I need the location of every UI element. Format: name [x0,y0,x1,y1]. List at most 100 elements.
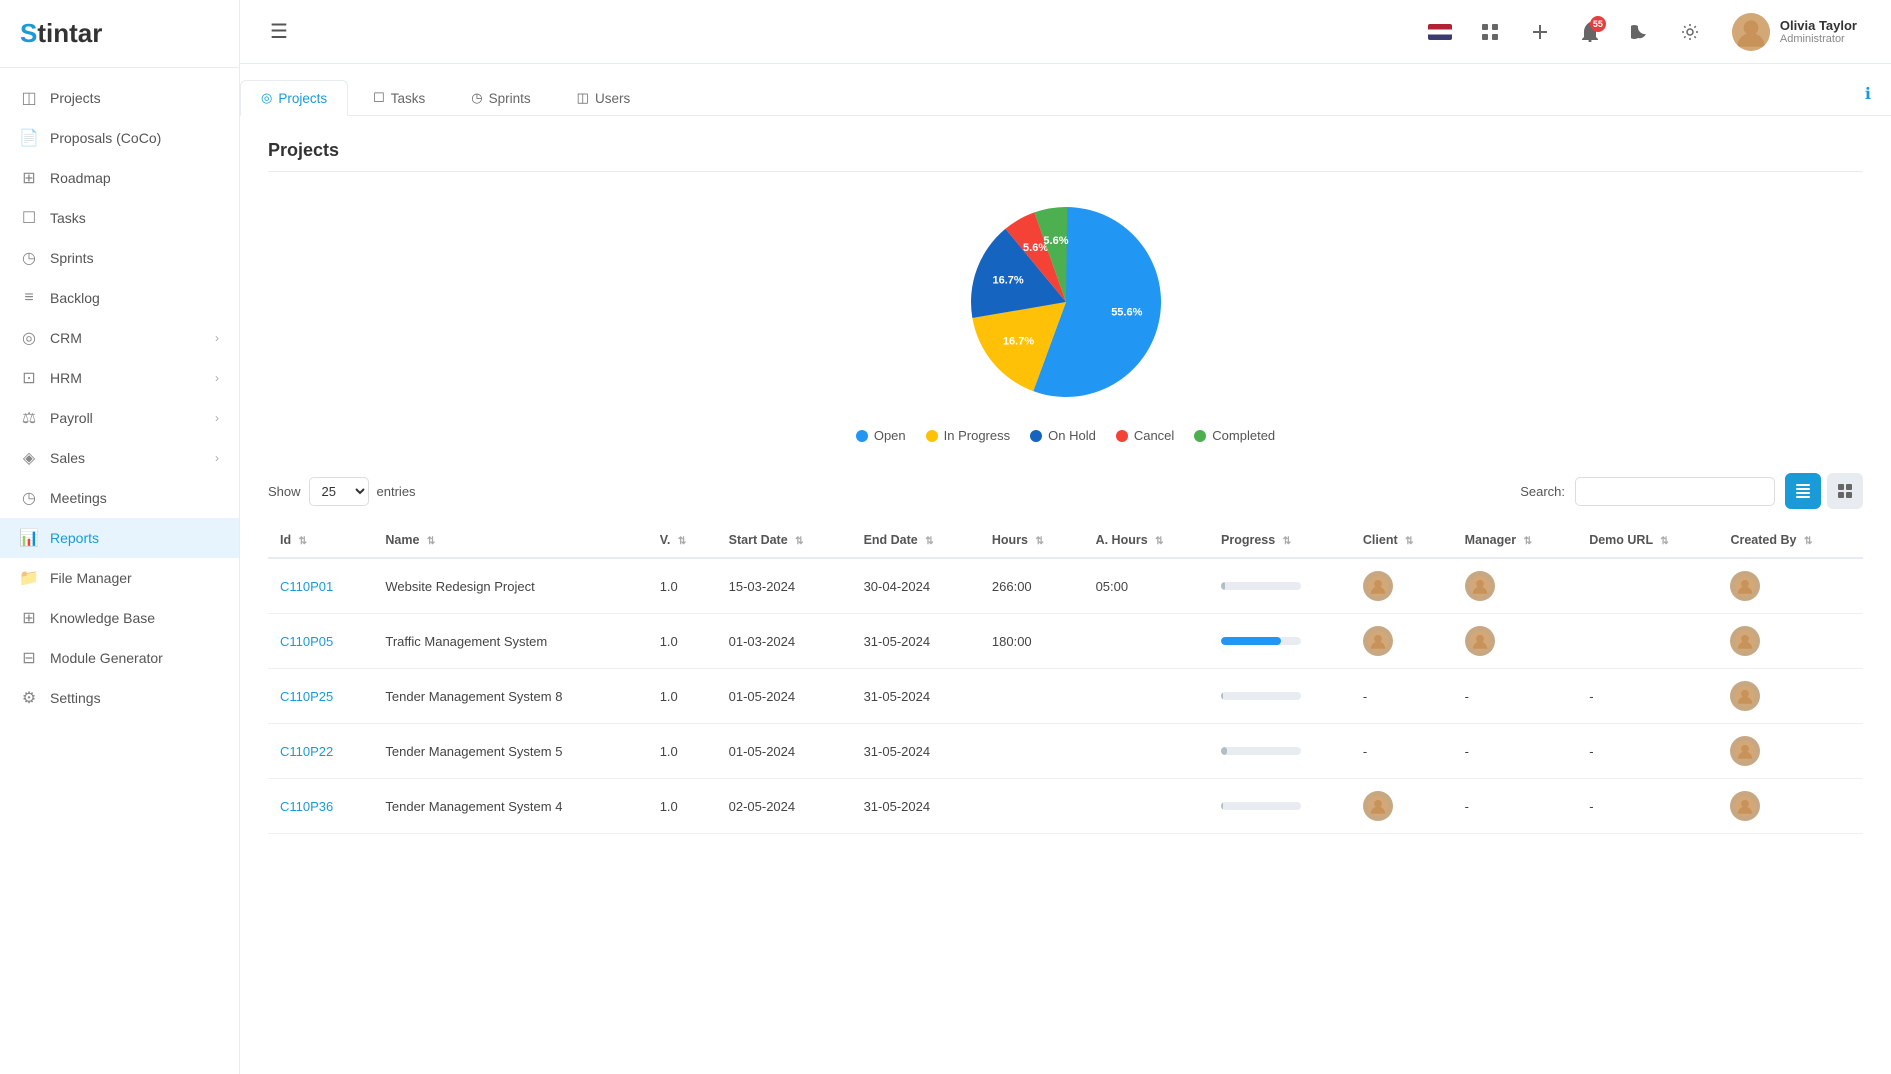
td-v: 1.0 [648,614,717,669]
sidebar-item-module-generator[interactable]: ⊟ Module Generator [0,638,239,678]
td-created-by [1718,724,1863,779]
td-id[interactable]: C110P36 [268,779,373,834]
td-name: Website Redesign Project [373,558,647,614]
user-name: Olivia Taylor [1780,18,1857,33]
tab-projects[interactable]: ◎ Projects [240,80,348,116]
td-client: - [1351,724,1453,779]
sidebar-item-file-manager[interactable]: 📁 File Manager [0,558,239,598]
table-body: C110P01 Website Redesign Project 1.0 15-… [268,558,1863,834]
sidebar-item-roadmap[interactable]: ⊞ Roadmap [0,158,239,198]
sidebar-item-sales[interactable]: ◈ Sales › [0,438,239,478]
content-inner: ◎ Projects ☐ Tasks ◷ Sprints ◫ Users ℹ [240,64,1891,1074]
td-a-hours: 05:00 [1084,558,1209,614]
td-hours: 180:00 [980,614,1084,669]
col-end-date[interactable]: End Date ⇅ [852,523,980,558]
table-row: C110P36 Tender Management System 4 1.0 0… [268,779,1863,834]
td-hours [980,779,1084,834]
user-info: Olivia Taylor Administrator [1780,18,1857,45]
col-created-by[interactable]: Created By ⇅ [1718,523,1863,558]
sidebar-item-backlog[interactable]: ≡ Backlog [0,278,239,318]
search-input[interactable] [1575,477,1775,506]
avatar [1363,791,1393,821]
sidebar-item-label: Sales [50,450,85,466]
table-controls: Show 25 50 100 entries Search: [268,473,1863,509]
tabs-bar: ◎ Projects ☐ Tasks ◷ Sprints ◫ Users ℹ [240,64,1891,116]
header-actions: 55 Olivia Taylor Administrator [1422,7,1867,57]
sidebar-item-payroll[interactable]: ⚖ Payroll › [0,398,239,438]
sidebar-item-crm[interactable]: ◎ CRM › [0,318,239,358]
col-client[interactable]: Client ⇅ [1351,523,1453,558]
tab-users[interactable]: ◫ Users [556,80,652,116]
col-manager[interactable]: Manager ⇅ [1453,523,1578,558]
menu-toggle-button[interactable]: ☰ [264,13,294,50]
svg-text:55.6%: 55.6% [1111,307,1142,319]
td-a-hours [1084,724,1209,779]
entries-select[interactable]: 25 50 100 [309,477,369,506]
sidebar-item-label: Settings [50,690,101,706]
user-profile[interactable]: Olivia Taylor Administrator [1722,7,1867,57]
header: ☰ 55 [240,0,1891,64]
td-demo-url: - [1577,724,1718,779]
sidebar-item-label: HRM [50,370,82,386]
col-progress[interactable]: Progress ⇅ [1209,523,1351,558]
col-hours[interactable]: Hours ⇅ [980,523,1084,558]
apps-icon[interactable] [1472,14,1508,50]
sidebar-item-sprints[interactable]: ◷ Sprints [0,238,239,278]
plus-icon[interactable] [1522,14,1558,50]
sidebar-item-reports[interactable]: 📊 Reports [0,518,239,558]
legend-item-on-hold: On Hold [1030,428,1096,443]
legend-item-completed: Completed [1194,428,1275,443]
svg-text:5.6%: 5.6% [1043,235,1068,247]
col-v[interactable]: V. ⇅ [648,523,717,558]
show-entries: Show 25 50 100 entries [268,477,416,506]
avatar [1730,626,1760,656]
col-a-hours[interactable]: A. Hours ⇅ [1084,523,1209,558]
sidebar-item-projects[interactable]: ◫ Projects [0,78,239,118]
flag-icon[interactable] [1422,14,1458,50]
sidebar-item-label: Backlog [50,290,100,306]
td-demo-url: - [1577,669,1718,724]
settings-icon[interactable] [1672,14,1708,50]
backlog-icon: ≡ [20,289,38,307]
sidebar-item-settings[interactable]: ⚙ Settings [0,678,239,718]
td-v: 1.0 [648,779,717,834]
td-created-by [1718,614,1863,669]
sidebar-item-meetings[interactable]: ◷ Meetings [0,478,239,518]
list-view-button[interactable] [1785,473,1821,509]
file-manager-icon: 📁 [20,569,38,587]
sidebar-item-proposals[interactable]: 📄 Proposals (CoCo) [0,118,239,158]
sidebar-item-label: Proposals (CoCo) [50,130,161,146]
reports-icon: 📊 [20,529,38,547]
sidebar-item-label: File Manager [50,570,132,586]
sidebar-item-tasks[interactable]: ☐ Tasks [0,198,239,238]
td-manager: - [1453,724,1578,779]
col-id[interactable]: Id ⇅ [268,523,373,558]
td-progress [1209,724,1351,779]
sidebar-item-label: CRM [50,330,82,346]
tab-tasks[interactable]: ☐ Tasks [352,80,446,116]
sidebar-item-label: Tasks [50,210,86,226]
view-buttons [1785,473,1863,509]
grid-view-button[interactable] [1827,473,1863,509]
hrm-icon: ⊡ [20,369,38,387]
td-id[interactable]: C110P05 [268,614,373,669]
tab-sprints[interactable]: ◷ Sprints [450,80,551,116]
sidebar-item-knowledge-base[interactable]: ⊞ Knowledge Base [0,598,239,638]
col-demo-url[interactable]: Demo URL ⇅ [1577,523,1718,558]
td-progress [1209,669,1351,724]
td-id[interactable]: C110P22 [268,724,373,779]
notification-icon[interactable]: 55 [1572,14,1608,50]
dark-mode-icon[interactable] [1622,14,1658,50]
td-hours: 266:00 [980,558,1084,614]
td-created-by [1718,669,1863,724]
sidebar-item-hrm[interactable]: ⊡ HRM › [0,358,239,398]
sprints-icon: ◷ [20,249,38,267]
col-name[interactable]: Name ⇅ [373,523,647,558]
td-id[interactable]: C110P01 [268,558,373,614]
col-start-date[interactable]: Start Date ⇅ [717,523,852,558]
td-a-hours [1084,779,1209,834]
td-id[interactable]: C110P25 [268,669,373,724]
info-icon[interactable]: ℹ [1865,80,1871,104]
crm-icon: ◎ [20,329,38,347]
td-progress [1209,558,1351,614]
